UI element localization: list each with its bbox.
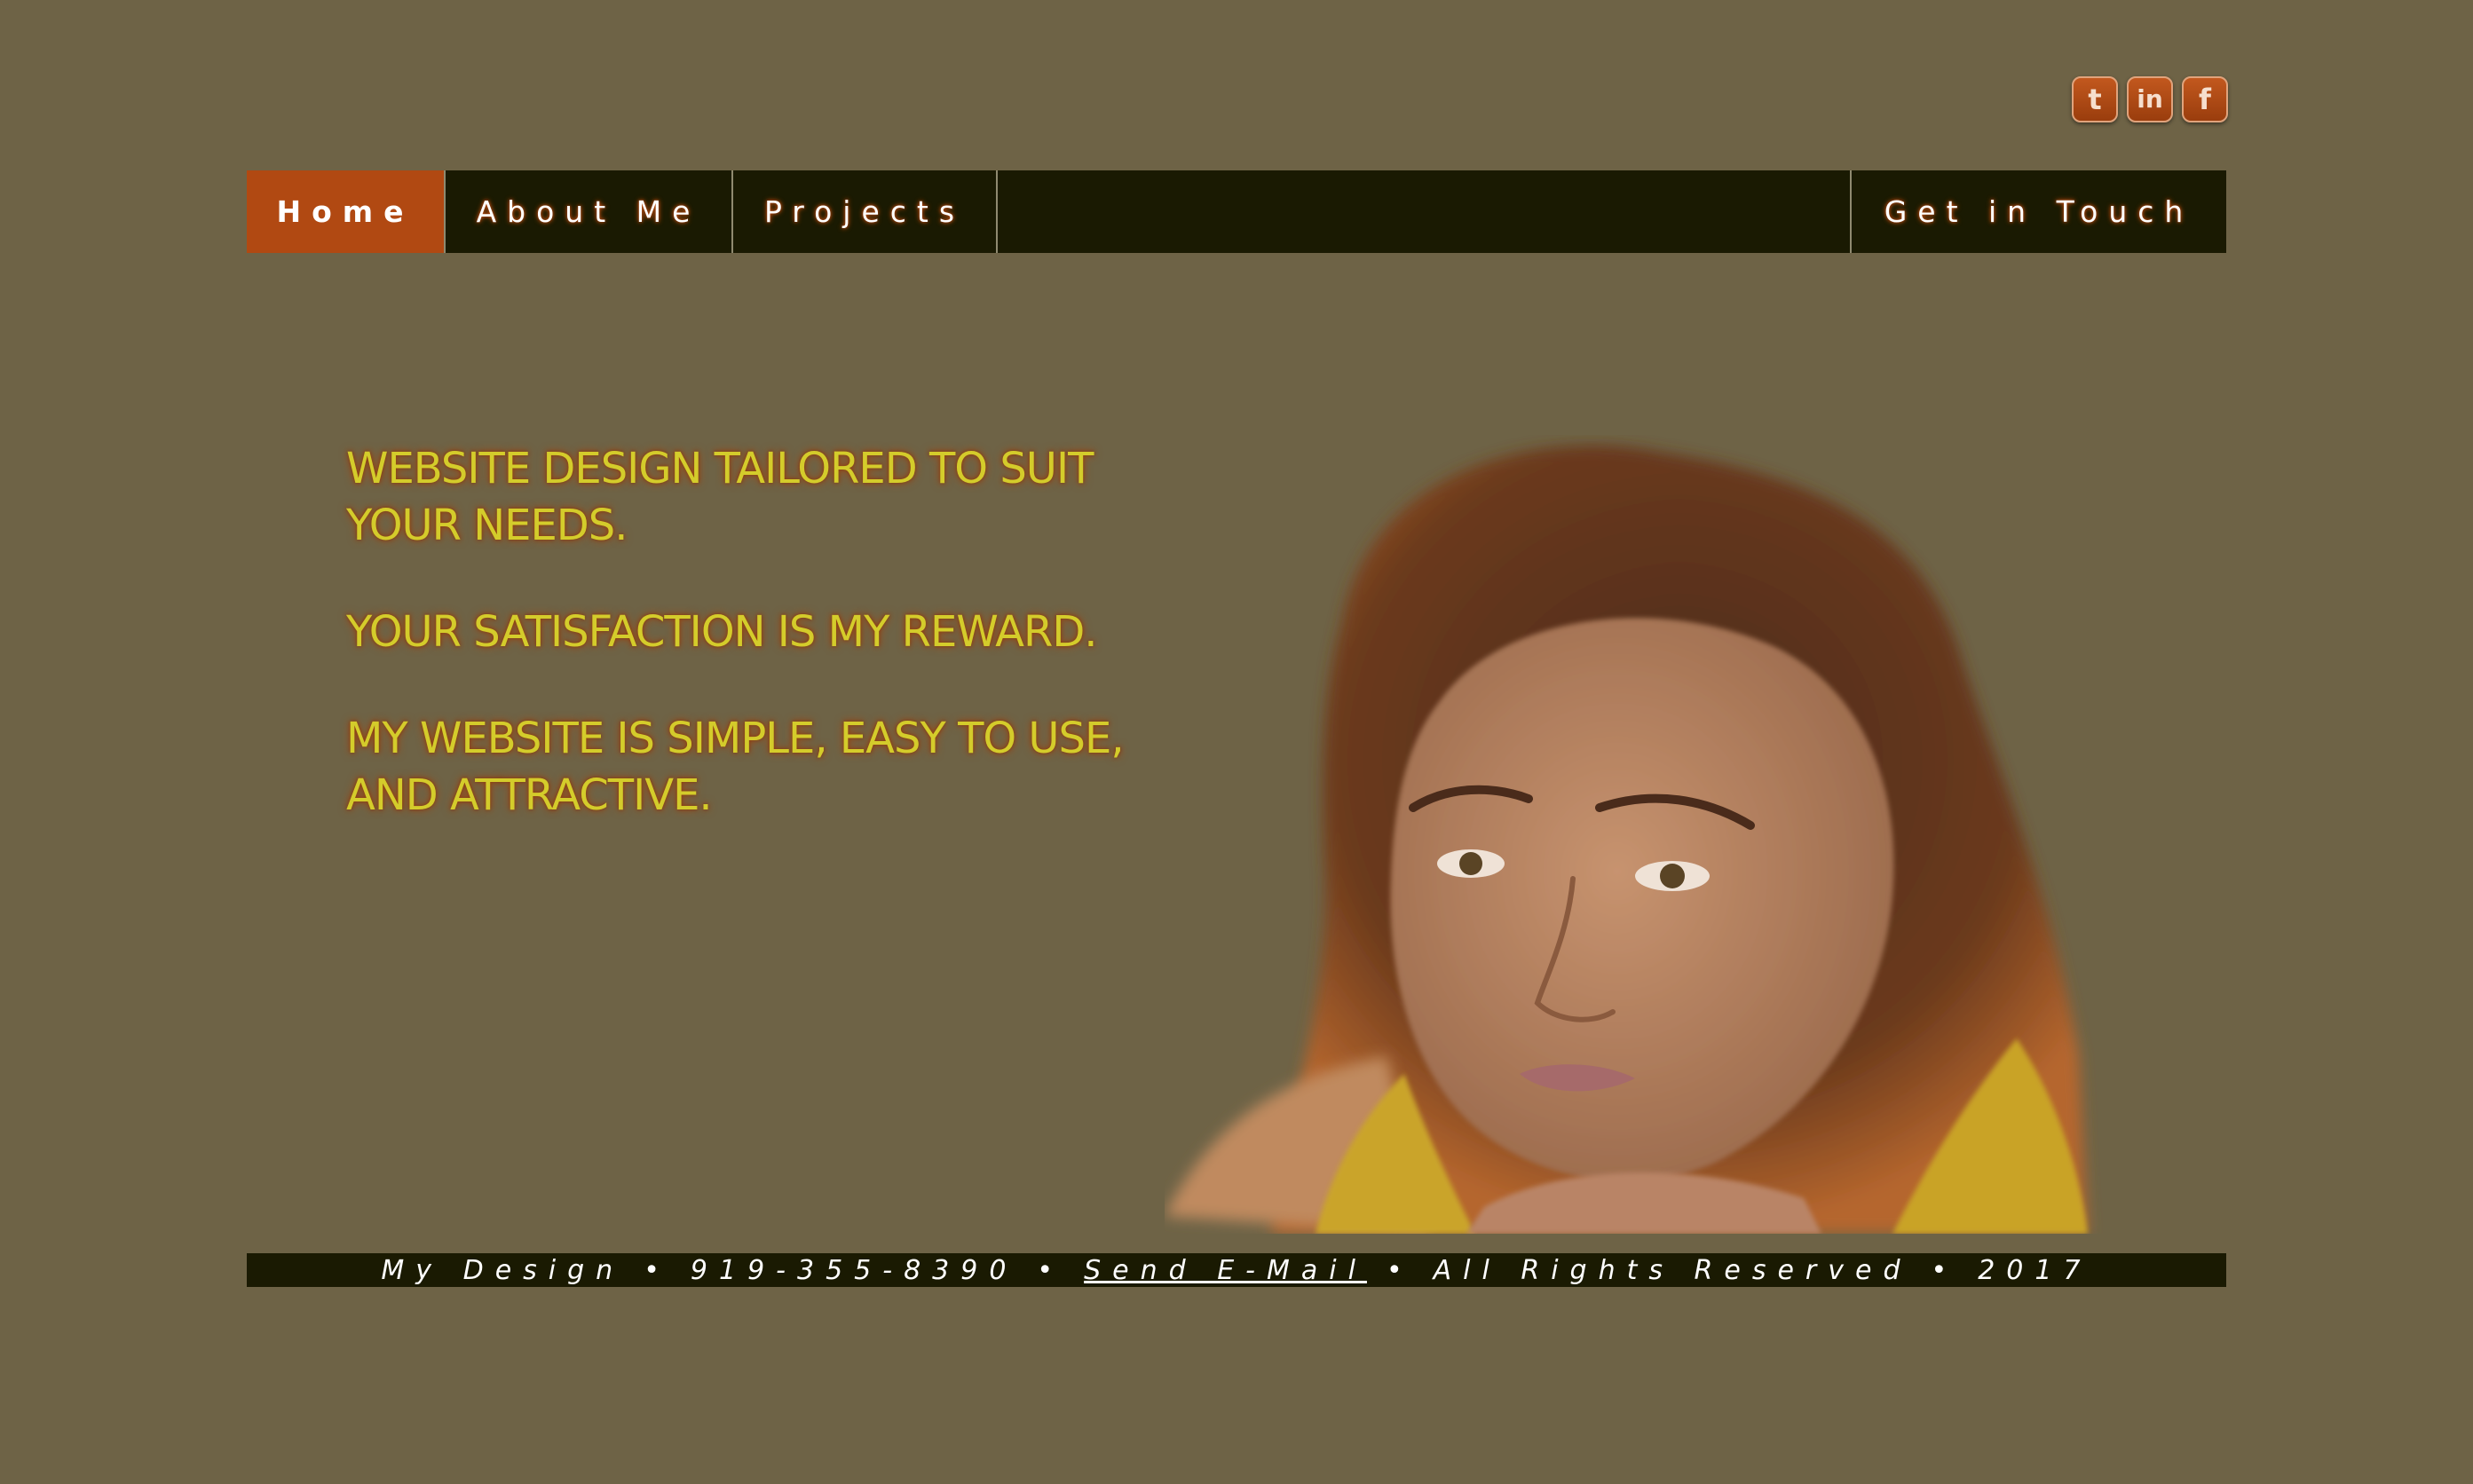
footer-separator: • [1931,1254,1959,1286]
hero-line-2: YOUR SATISFACTION IS MY REWARD. [346,607,1098,657]
hero-line-3: MY WEBSITE IS SIMPLE, EASY TO USE, AND A… [346,714,1125,820]
nav-get-in-touch[interactable]: Get in Touch [1852,170,2226,253]
main-nav: Home About Me Projects Get in Touch [247,170,2226,253]
portrait-image [1165,445,2088,1234]
nav-projects[interactable]: Projects [733,170,998,253]
footer-phone: 919-355-8390 [690,1254,1018,1286]
facebook-icon[interactable]: f [2182,76,2228,122]
footer-rights: All Rights Reserved [1433,1254,1912,1286]
footer-bar: My Design • 919-355-8390 • Send E-Mail •… [247,1253,2226,1287]
linkedin-icon[interactable]: in [2127,76,2173,122]
footer-site-name: My Design [381,1254,625,1286]
footer-separator: • [644,1254,671,1286]
tumblr-icon[interactable]: t [2072,76,2118,122]
hero-line-1: WEBSITE DESIGN TAILORED TO SUIT YOUR NEE… [346,444,1094,550]
nav-spacer [998,170,1852,253]
footer-year: 2017 [1978,1254,2092,1286]
send-email-link[interactable]: Send E-Mail [1084,1255,1367,1286]
nav-home[interactable]: Home [247,170,446,253]
hero-text: WEBSITE DESIGN TAILORED TO SUIT YOUR NEE… [346,440,1198,873]
footer-separator: • [1037,1254,1065,1286]
social-links: t in f [2072,76,2228,122]
nav-about-me[interactable]: About Me [446,170,733,253]
footer-separator: • [1386,1254,1414,1286]
